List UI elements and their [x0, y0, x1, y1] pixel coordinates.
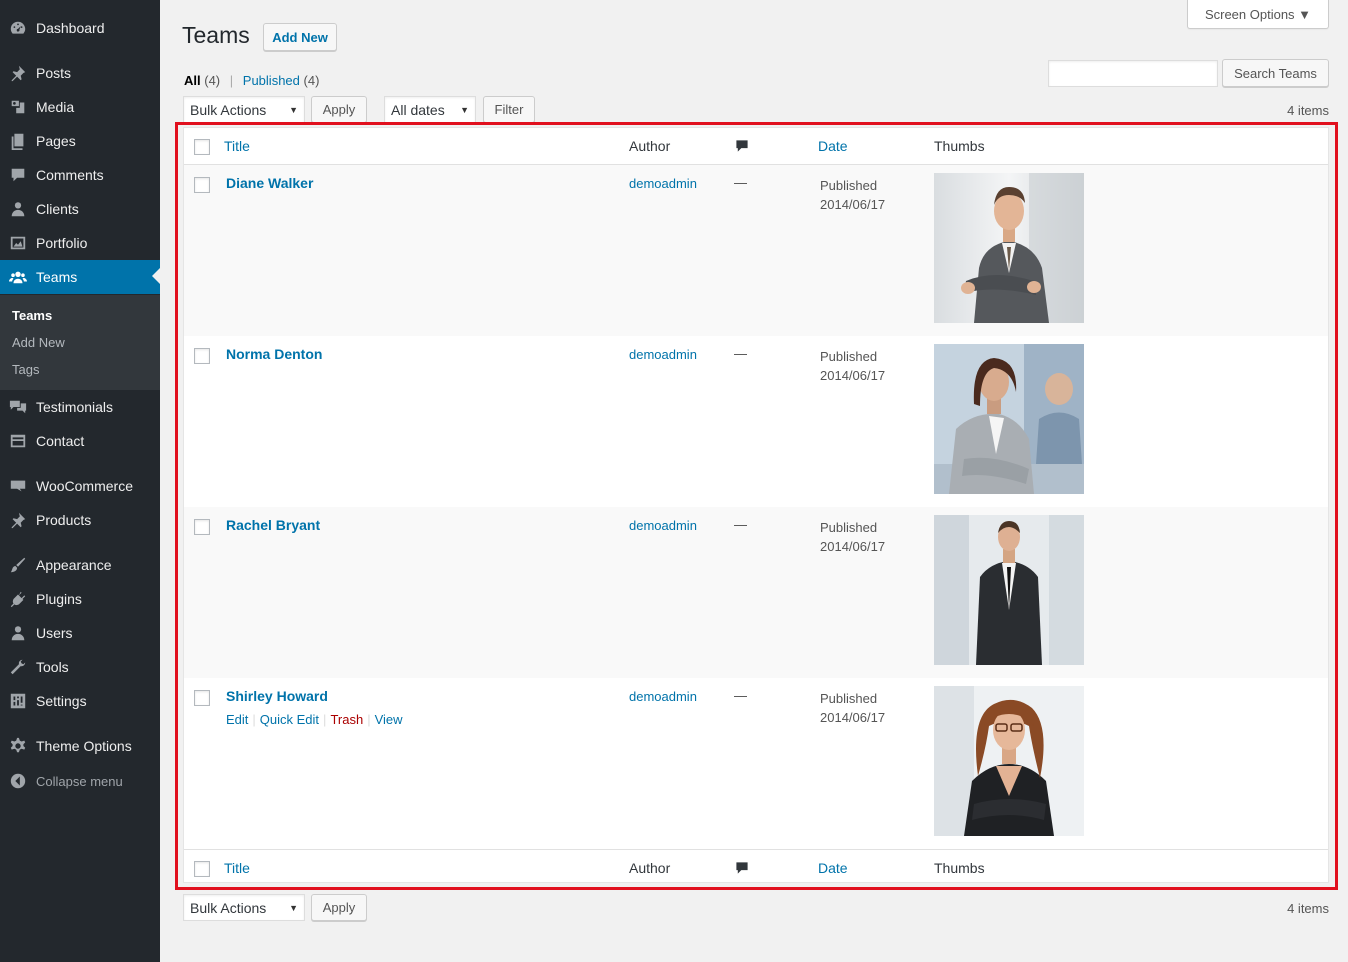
user-icon: [8, 199, 28, 219]
menu-users[interactable]: Users: [0, 616, 160, 650]
testimonial-icon: [8, 397, 28, 417]
menu-label: WooCommerce: [36, 478, 133, 494]
admin-sidebar: Dashboard Posts Media Pages Comments Cli…: [0, 0, 160, 962]
menu-posts[interactable]: Posts: [0, 56, 160, 90]
date-filter-select[interactable]: All dates ▼: [384, 96, 476, 123]
menu-label: Clients: [36, 201, 79, 217]
collapse-menu-button[interactable]: Collapse menu: [0, 764, 160, 798]
dashboard-icon: [8, 18, 28, 38]
menu-settings[interactable]: Settings: [0, 684, 160, 718]
menu-portfolio[interactable]: Portfolio: [0, 226, 160, 260]
menu-comments[interactable]: Comments: [0, 158, 160, 192]
submenu-teams[interactable]: Teams: [12, 308, 52, 323]
menu-testimonials[interactable]: Testimonials: [0, 390, 160, 424]
menu-label: Media: [36, 99, 75, 115]
items-count-bottom: 4 items: [1287, 901, 1329, 916]
menu-dashboard[interactable]: Dashboard: [0, 11, 160, 45]
bulk-actions-select[interactable]: Bulk Actions ▼: [183, 96, 305, 123]
teams-submenu: Teams Add New Tags: [0, 295, 160, 390]
add-new-button[interactable]: Add New: [263, 23, 337, 51]
menu-label: Contact: [36, 433, 85, 449]
plugin-icon: [8, 589, 28, 609]
collapse-arrow-icon: [8, 771, 28, 791]
menu-appearance[interactable]: Appearance: [0, 548, 160, 582]
menu-theme-options[interactable]: Theme Options: [0, 729, 160, 763]
items-count: 4 items: [1287, 103, 1329, 118]
view-published-link[interactable]: Published (4): [243, 73, 320, 88]
view-separator: |: [229, 73, 234, 88]
menu-label: Theme Options: [36, 738, 132, 754]
menu-label: Appearance: [36, 557, 112, 573]
submenu-tags[interactable]: Tags: [12, 362, 39, 377]
view-all-link[interactable]: All (4): [184, 73, 220, 88]
woo-icon: [8, 476, 28, 496]
menu-tools[interactable]: Tools: [0, 650, 160, 684]
filter-button[interactable]: Filter: [483, 96, 535, 123]
bulk-actions-select-bottom[interactable]: Bulk Actions ▼: [183, 894, 305, 921]
menu-label: Users: [36, 625, 73, 641]
brush-icon: [8, 555, 28, 575]
pin-icon: [8, 510, 28, 530]
gear-icon: [8, 736, 28, 756]
menu-woocommerce[interactable]: WooCommerce: [0, 469, 160, 503]
wrench-icon: [8, 657, 28, 677]
status-views: All (4) | Published (4): [184, 73, 319, 88]
apply-button-bottom[interactable]: Apply: [311, 894, 367, 921]
menu-label: Dashboard: [36, 20, 105, 36]
bulk-actions-value: Bulk Actions: [190, 899, 267, 916]
menu-label: Products: [36, 512, 92, 528]
menu-label: Tools: [36, 659, 69, 675]
menu-products[interactable]: Products: [0, 503, 160, 537]
dropdown-arrow-icon: ▼: [289, 903, 298, 913]
submenu-add-new[interactable]: Add New: [12, 335, 65, 350]
menu-clients[interactable]: Clients: [0, 192, 160, 226]
settings-icon: [8, 691, 28, 711]
search-teams-button[interactable]: Search Teams: [1222, 59, 1329, 87]
media-icon: [8, 97, 28, 117]
menu-plugins[interactable]: Plugins: [0, 582, 160, 616]
menu-label: Pages: [36, 133, 76, 149]
menu-media[interactable]: Media: [0, 90, 160, 124]
page-title: Teams: [182, 22, 250, 48]
user-icon: [8, 623, 28, 643]
menu-teams[interactable]: Teams: [0, 260, 160, 294]
highlight-box: [175, 122, 1338, 890]
dropdown-arrow-icon: ▼: [460, 105, 469, 115]
menu-label: Plugins: [36, 591, 82, 607]
screen-options-button[interactable]: Screen Options ▼: [1187, 0, 1329, 29]
apply-button[interactable]: Apply: [311, 96, 367, 123]
menu-label: Posts: [36, 65, 72, 81]
menu-label: Portfolio: [36, 235, 88, 251]
menu-label: Settings: [36, 693, 87, 709]
pages-icon: [8, 131, 28, 151]
menu-label: Comments: [36, 167, 104, 183]
contact-icon: [8, 431, 28, 451]
menu-label: Testimonials: [36, 399, 114, 415]
dropdown-arrow-icon: ▼: [289, 105, 298, 115]
pin-icon: [8, 63, 28, 83]
menu-contact[interactable]: Contact: [0, 424, 160, 458]
comment-icon: [8, 165, 28, 185]
collapse-label: Collapse menu: [36, 773, 123, 789]
portfolio-icon: [8, 233, 28, 253]
search-input[interactable]: [1048, 60, 1218, 87]
bulk-actions-value: Bulk Actions: [190, 101, 267, 118]
menu-label: Teams: [36, 269, 78, 285]
menu-pages[interactable]: Pages: [0, 124, 160, 158]
date-filter-value: All dates: [391, 101, 445, 118]
groups-icon: [8, 267, 28, 287]
